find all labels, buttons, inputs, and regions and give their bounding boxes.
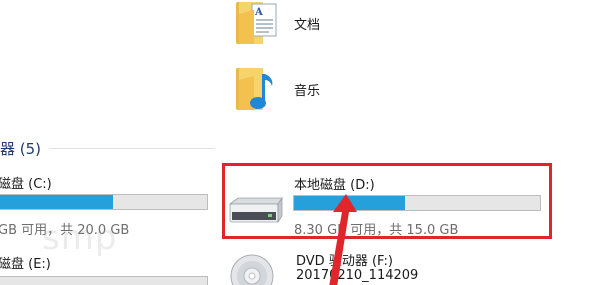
- folder-music[interactable]: 音乐: [232, 66, 320, 112]
- drive-c-capacity-text: GB 可用，共 20.0 GB: [0, 223, 130, 238]
- dvd-drive-icon: [230, 254, 274, 285]
- file-explorer-view: A 文档 音乐 器 (5) 磁盘 (C:) GB 可用，共 20.0 GB 磁盘…: [0, 0, 595, 285]
- drive-d-name[interactable]: 本地磁盘 (D:): [294, 174, 375, 193]
- drive-c-capacity-fill: [0, 195, 114, 209]
- folder-documents[interactable]: A 文档: [232, 0, 320, 46]
- folder-music-label: 音乐: [294, 83, 321, 99]
- drive-e-name[interactable]: 磁盘 (E:): [0, 253, 51, 272]
- devices-section-header[interactable]: 器 (5): [0, 138, 215, 159]
- section-divider: [49, 148, 215, 149]
- drive-c-name[interactable]: 磁盘 (C:): [0, 173, 52, 192]
- drive-e-capacity-bar: [0, 276, 208, 285]
- svg-text:A: A: [254, 7, 263, 18]
- section-title: 器 (5): [0, 140, 42, 158]
- folder-documents-label: 文档: [294, 17, 321, 33]
- music-folder-icon: [232, 66, 282, 112]
- documents-folder-icon: A: [232, 0, 282, 46]
- drive-c-capacity-bar: [0, 194, 208, 210]
- hard-drive-icon: [226, 196, 284, 226]
- annotation-arrow-icon: [320, 192, 360, 285]
- drive-d-capacity-text: 8.30 GB 可用，共 15.0 GB: [294, 223, 459, 238]
